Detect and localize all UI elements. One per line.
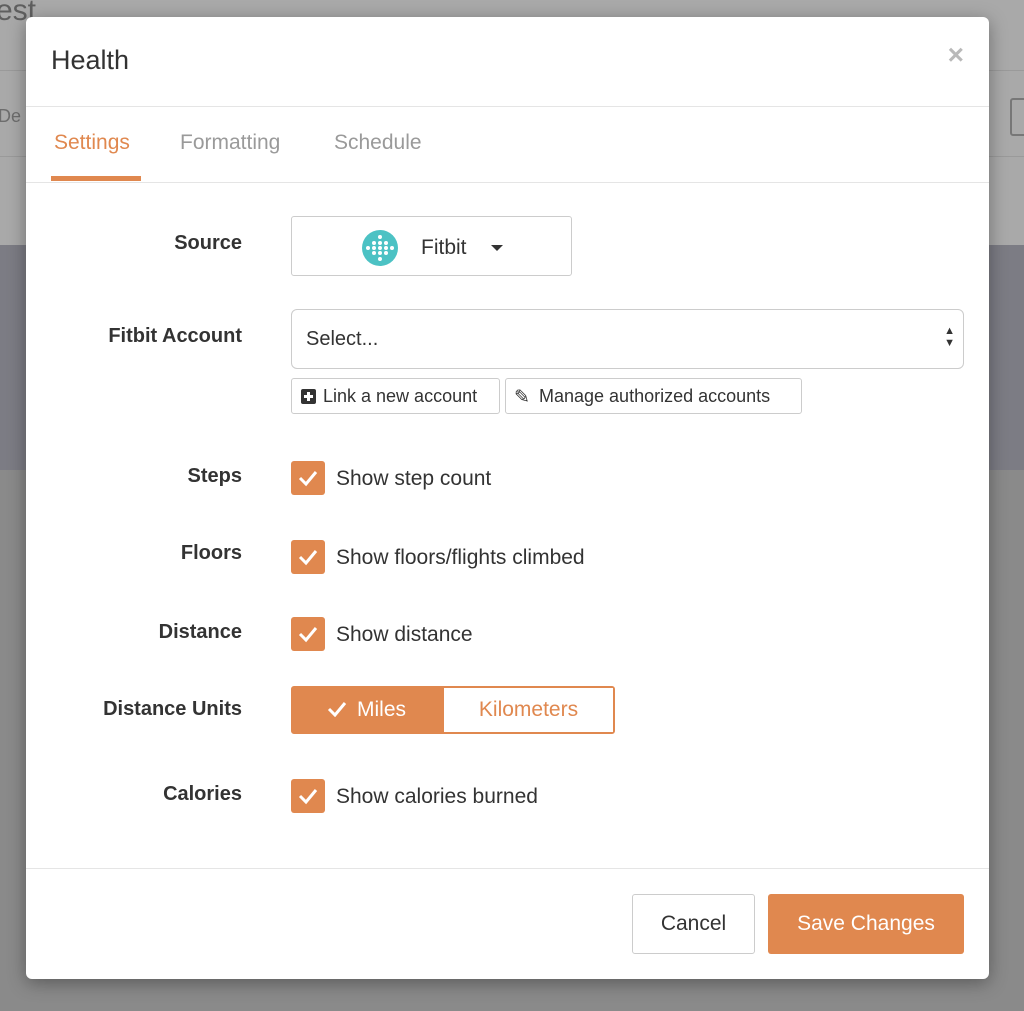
pencil-icon: ✎	[514, 387, 530, 408]
manage-accounts-label: Manage authorized accounts	[539, 386, 771, 406]
steps-label: Steps	[187, 465, 242, 487]
source-value: Fitbit	[421, 236, 467, 259]
fitbit-account-value: Select...	[306, 328, 379, 350]
distance-checkbox-label: Show distance	[336, 623, 473, 646]
unit-miles-button[interactable]: Miles	[293, 688, 444, 732]
check-icon	[298, 471, 318, 487]
cancel-button[interactable]: Cancel	[632, 894, 755, 954]
active-tab-indicator	[51, 176, 141, 181]
caret-down-icon	[491, 245, 503, 251]
unit-kilometers-label: Kilometers	[478, 698, 579, 721]
tab-schedule[interactable]: Schedule	[334, 131, 422, 155]
fitbit-logo-icon	[362, 230, 398, 266]
background-subtitle: De	[0, 106, 22, 126]
source-dropdown[interactable]: Fitbit	[291, 216, 572, 276]
check-icon	[327, 702, 347, 717]
select-arrows-icon: ▲ ▼	[944, 325, 955, 349]
calories-checkbox-label: Show calories burned	[336, 785, 538, 808]
steps-checkbox-label: Show step count	[336, 467, 492, 490]
steps-checkbox[interactable]	[291, 461, 325, 495]
link-account-label: Link a new account	[323, 386, 478, 406]
plus-square-icon	[301, 389, 316, 404]
calories-checkbox[interactable]	[291, 779, 325, 813]
modal-title: Health	[51, 45, 130, 75]
unit-miles-label: Miles	[357, 698, 407, 721]
modal-footer-divider	[26, 868, 989, 869]
calories-label: Calories	[163, 783, 242, 805]
distance-label: Distance	[158, 621, 242, 643]
source-label: Source	[174, 232, 242, 254]
background-control	[1010, 98, 1024, 136]
check-icon	[298, 550, 318, 566]
health-modal: Health × Settings Formatting Schedule So…	[26, 17, 989, 979]
tab-settings[interactable]: Settings	[54, 131, 130, 155]
distance-units-label: Distance Units	[103, 698, 242, 720]
modal-header: Health ×	[26, 17, 989, 107]
check-icon	[298, 789, 318, 805]
unit-kilometers-button[interactable]: Kilometers	[444, 688, 613, 732]
distance-checkbox[interactable]	[291, 617, 325, 651]
check-icon	[298, 627, 318, 643]
manage-accounts-button[interactable]: ✎ Manage authorized accounts	[505, 378, 802, 414]
tab-formatting[interactable]: Formatting	[180, 131, 280, 155]
close-button[interactable]: ×	[948, 41, 964, 69]
fitbit-account-label: Fitbit Account	[108, 325, 242, 347]
fitbit-account-select[interactable]: Select... ▲ ▼	[291, 309, 964, 369]
link-account-button[interactable]: Link a new account	[291, 378, 500, 414]
distance-units-toggle: Miles Kilometers	[291, 686, 615, 734]
save-changes-button[interactable]: Save Changes	[768, 894, 964, 954]
floors-checkbox-label: Show floors/flights climbed	[336, 546, 585, 569]
floors-checkbox[interactable]	[291, 540, 325, 574]
tab-bar: Settings Formatting Schedule	[26, 107, 989, 183]
floors-label: Floors	[180, 542, 242, 564]
